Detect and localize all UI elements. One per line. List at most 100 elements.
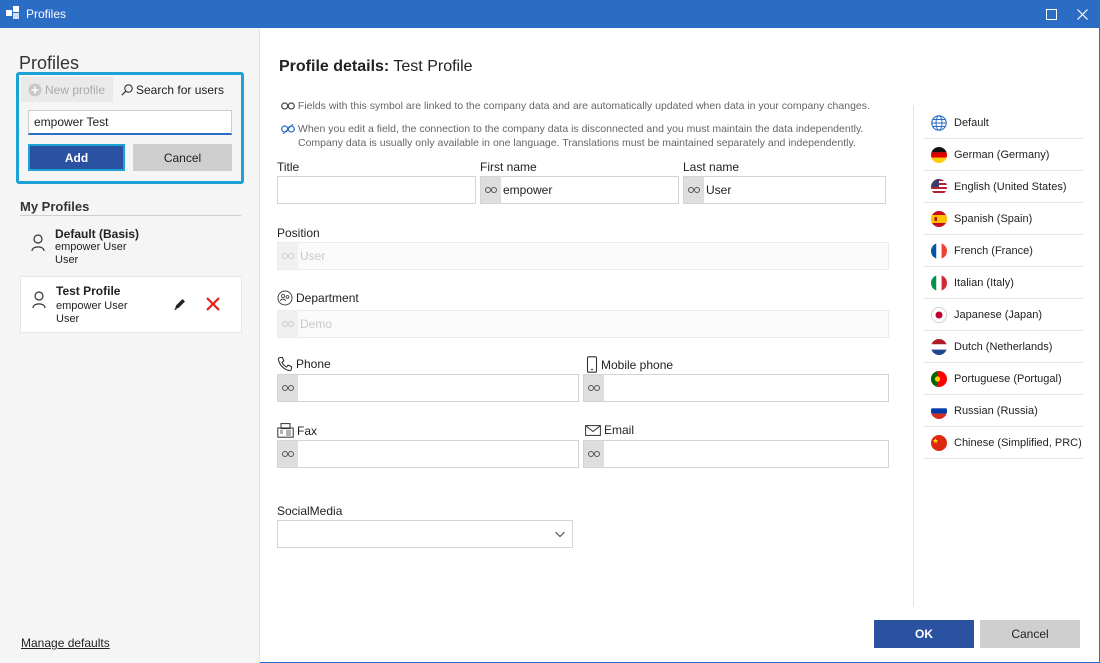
close-icon (1076, 8, 1088, 20)
language-label: Chinese (Simplified, PRC) (954, 436, 1082, 449)
cancel-button[interactable]: Cancel (980, 620, 1080, 648)
portugal-flag-icon (931, 370, 947, 387)
germany-flag-icon (931, 146, 947, 163)
language-label: Default (954, 116, 989, 129)
first-name-field[interactable]: empower (480, 176, 679, 204)
profile-name-input[interactable] (28, 110, 232, 135)
language-item-japanese[interactable]: Japanese (Japan) (923, 299, 1083, 331)
italy-flag-icon (931, 274, 947, 291)
app-icon (6, 6, 19, 19)
language-item-french[interactable]: French (France) (923, 235, 1083, 267)
maximize-button[interactable] (1036, 0, 1066, 28)
language-label: Italian (Italy) (954, 276, 1014, 289)
fax-field[interactable] (277, 440, 579, 468)
unlink-icon (281, 124, 295, 135)
add-button[interactable]: Add (28, 144, 125, 171)
mail-icon (585, 424, 601, 436)
department-label-text: Department (296, 291, 359, 305)
close-window-button[interactable] (1067, 0, 1097, 28)
usa-flag-icon (931, 178, 947, 195)
department-label: Department (277, 290, 359, 306)
profile-role: User (56, 313, 80, 325)
last-name-value: User (706, 183, 732, 197)
new-profile-label: New profile (45, 82, 106, 97)
search-users-label: Search for users (136, 82, 225, 97)
language-label: French (France) (954, 244, 1033, 257)
language-item-english[interactable]: English (United States) (923, 171, 1083, 203)
mobile-label-text: Mobile phone (601, 357, 674, 372)
mobile-label: Mobile phone (586, 356, 673, 373)
department-value: Demo (300, 317, 333, 331)
pencil-icon[interactable] (173, 297, 187, 311)
search-icon (121, 83, 133, 96)
email-field[interactable] (583, 440, 889, 468)
department-field: Demo (277, 310, 889, 338)
language-item-italian[interactable]: Italian (Italy) (923, 267, 1083, 299)
first-name-label: First name (480, 160, 537, 174)
window-title: Profiles (26, 7, 67, 21)
link-icon (584, 441, 604, 467)
link-icon (278, 243, 298, 269)
profile-item-default[interactable]: Default (Basis) empower User User (20, 220, 242, 277)
divider (20, 215, 241, 216)
language-item-portuguese[interactable]: Portuguese (Portugal) (923, 363, 1083, 395)
phone-icon (277, 356, 293, 372)
link-icon (278, 375, 298, 401)
position-label: Position (277, 226, 320, 240)
info-linked: Fields with this symbol are linked to th… (281, 100, 870, 112)
position-value: User (300, 249, 326, 263)
email-label-text: Email (604, 423, 635, 437)
title-field[interactable] (277, 176, 476, 204)
link-icon (584, 375, 604, 401)
cancel-new-profile-button[interactable]: Cancel (133, 144, 232, 171)
my-profiles-heading: My Profiles (20, 199, 90, 214)
user-icon (32, 291, 46, 309)
language-item-spanish[interactable]: Spanish (Spain) (923, 203, 1083, 235)
title-label: Title (277, 160, 300, 174)
last-name-field[interactable]: User (683, 176, 886, 204)
fax-icon (277, 423, 294, 438)
delete-icon[interactable] (205, 296, 221, 312)
language-item-chinese[interactable]: Chinese (Simplified, PRC) (923, 427, 1083, 459)
fax-label-text: Fax (297, 423, 318, 438)
first-name-value: empower (503, 183, 553, 197)
last-name-label: Last name (683, 160, 740, 174)
chevron-down-icon (555, 531, 565, 538)
manage-defaults-link[interactable]: Manage defaults (21, 636, 110, 650)
profile-name: Test Profile (56, 284, 121, 298)
phone-field[interactable] (277, 374, 579, 402)
info-unlinked-text-1: When you edit a field, the connection to… (297, 123, 864, 135)
link-icon (481, 177, 501, 203)
search-users-tab[interactable]: Search for users (113, 77, 240, 102)
email-label: Email (585, 423, 634, 437)
language-item-default[interactable]: Default (923, 107, 1083, 139)
language-item-dutch[interactable]: Dutch (Netherlands) (923, 331, 1083, 363)
language-label: Russian (Russia) (954, 404, 1038, 417)
link-icon (278, 441, 298, 467)
mobile-phone-field[interactable] (583, 374, 889, 402)
language-label: Dutch (Netherlands) (954, 340, 1053, 353)
language-item-german[interactable]: German (Germany) (923, 139, 1083, 171)
window-titlebar: Profiles (0, 0, 1100, 28)
ok-button[interactable]: OK (874, 620, 974, 648)
user-icon (31, 234, 45, 252)
netherlands-flag-icon (931, 338, 947, 355)
spain-flag-icon (931, 210, 947, 227)
link-icon (278, 311, 298, 337)
language-label: Spanish (Spain) (954, 212, 1033, 225)
info-unlinked: When you edit a field, the connection to… (281, 123, 863, 135)
profile-item-test[interactable]: Test Profile empower User User (20, 276, 242, 333)
china-flag-icon (931, 434, 947, 451)
info-linked-text: Fields with this symbol are linked to th… (297, 100, 870, 112)
maximize-icon (1045, 8, 1057, 20)
language-label: German (Germany) (954, 148, 1050, 161)
sidebar-title: Profiles (19, 53, 80, 73)
language-item-russian[interactable]: Russian (Russia) (923, 395, 1083, 427)
social-media-label: SocialMedia (277, 504, 343, 518)
new-profile-tab[interactable]: New profile (21, 77, 113, 102)
page-title-profile: Test Profile (389, 58, 473, 75)
social-media-select[interactable] (277, 520, 573, 548)
link-icon (684, 177, 704, 203)
mobile-phone-icon (586, 356, 598, 373)
language-label: Portuguese (Portugal) (954, 372, 1062, 385)
